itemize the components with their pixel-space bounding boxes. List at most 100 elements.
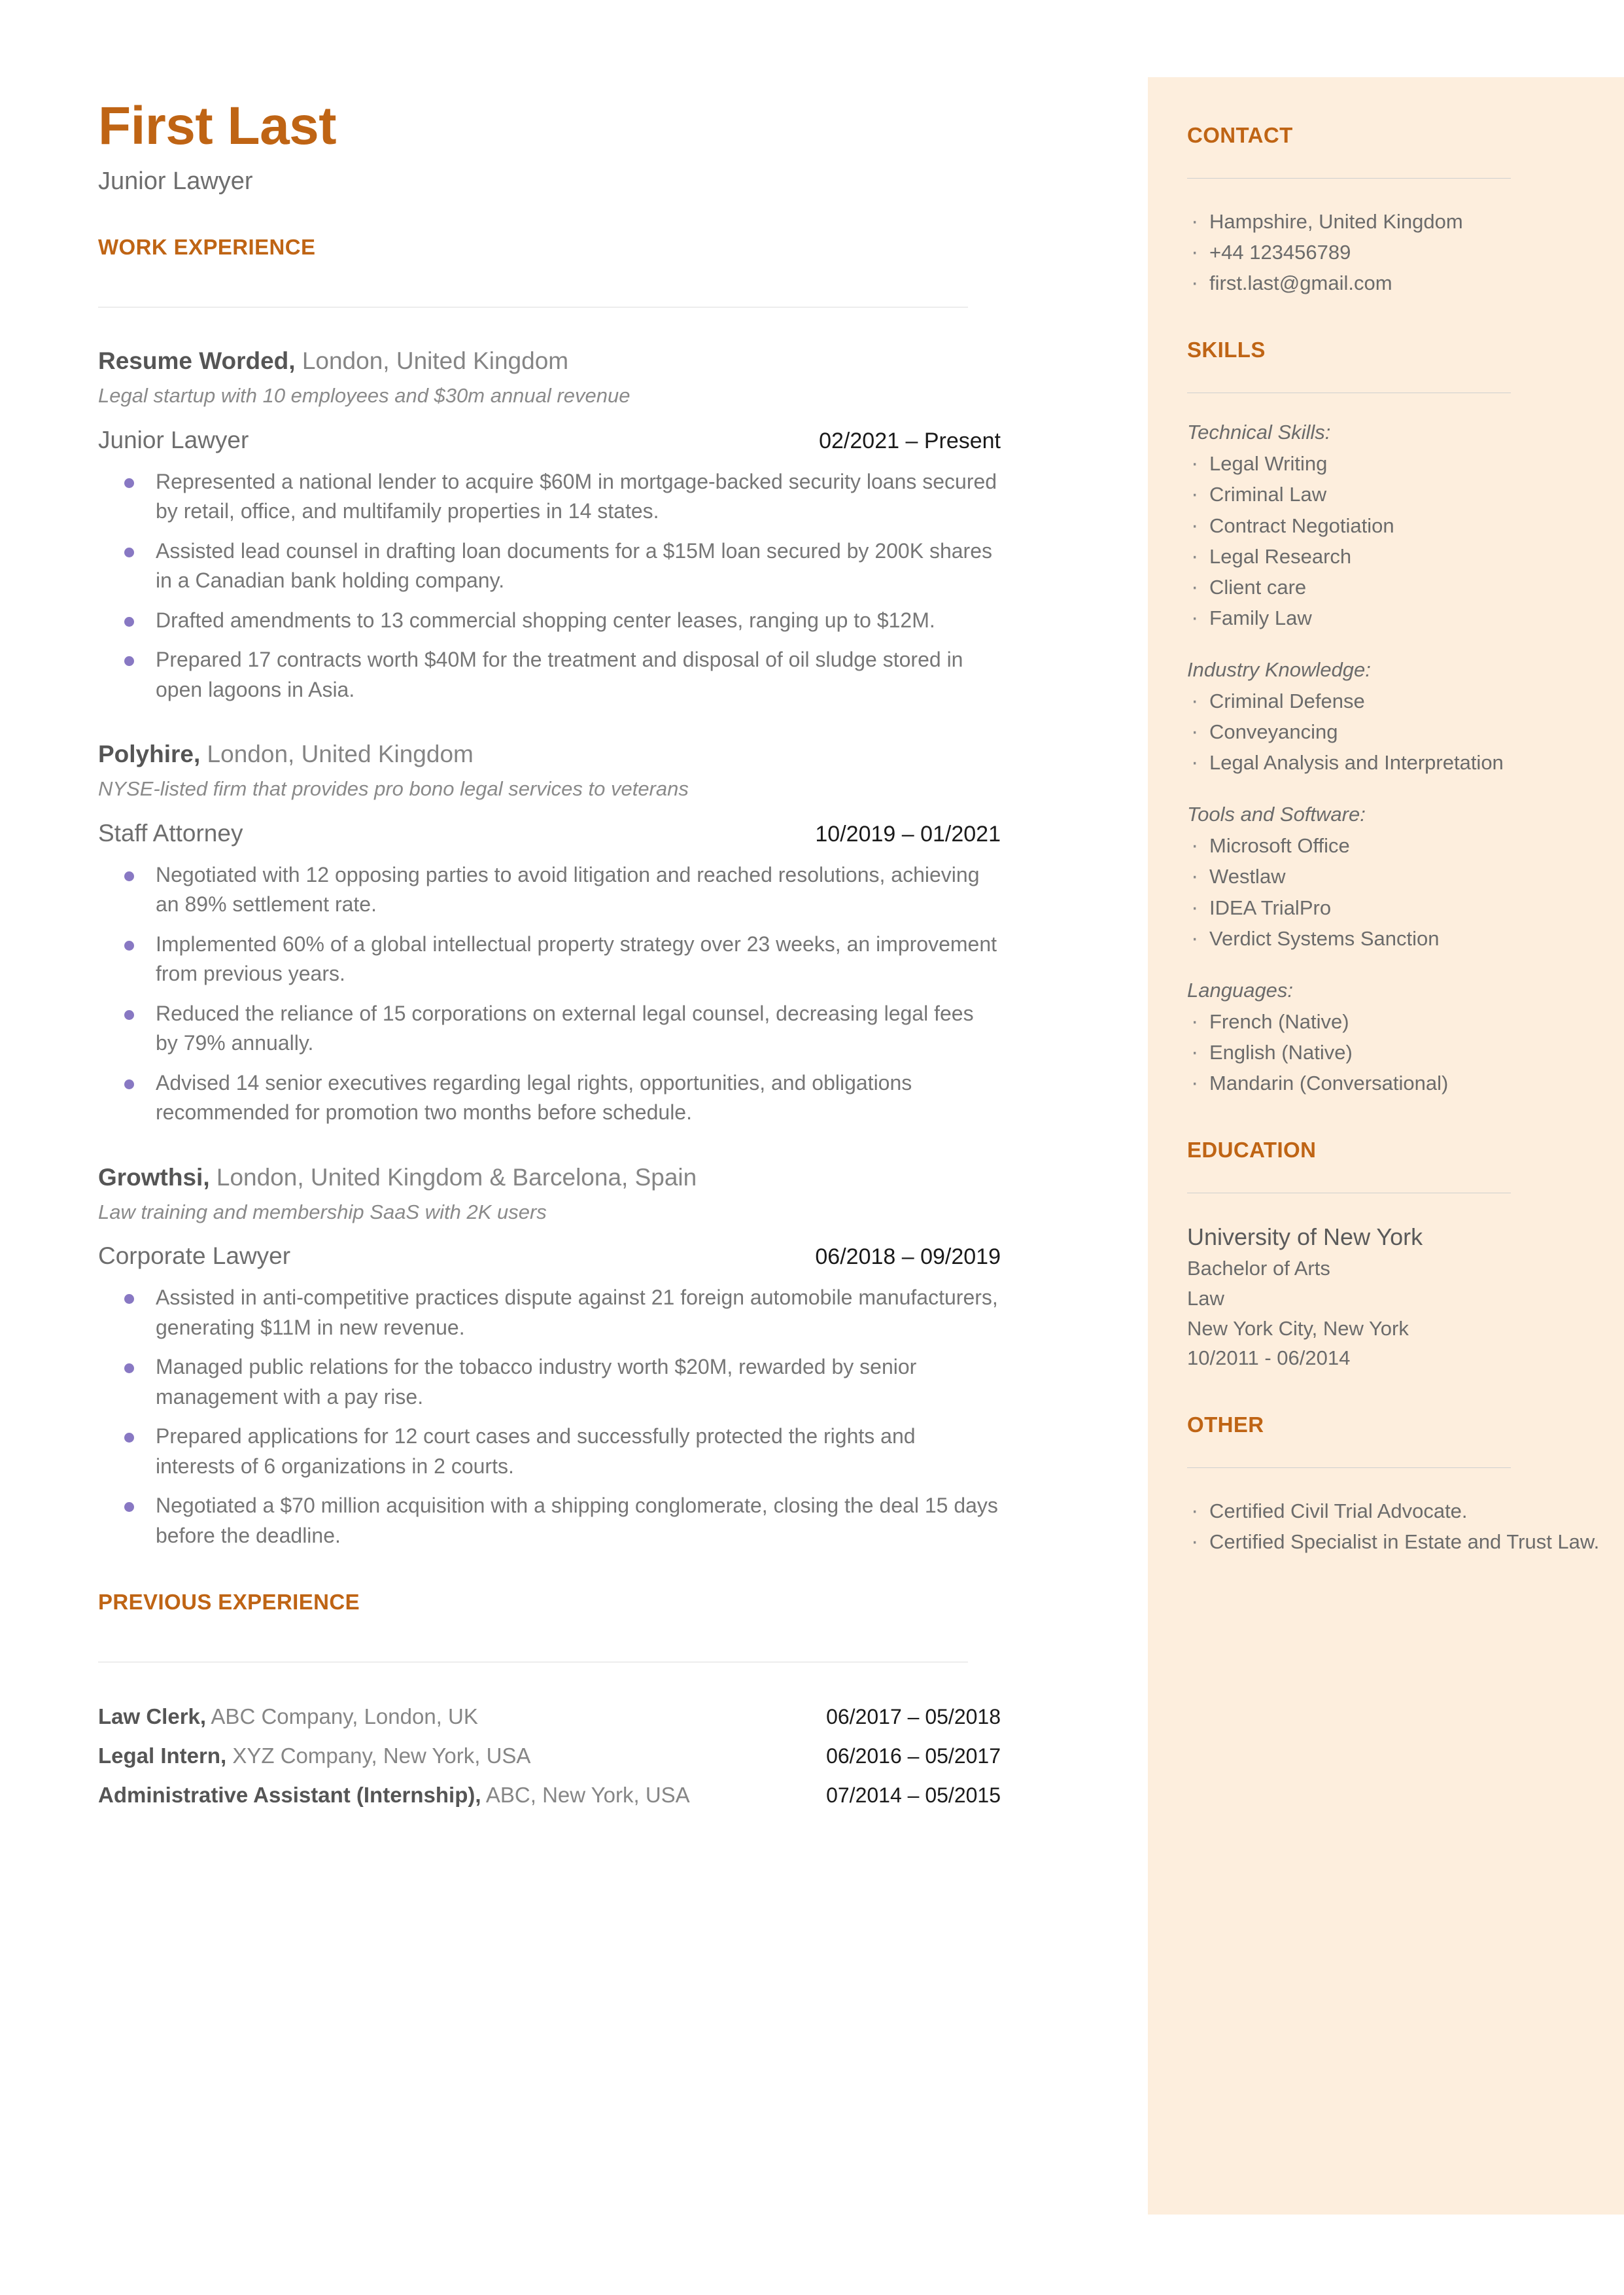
skill-item: Verdict Systems Sanction xyxy=(1187,922,1624,955)
skill-group: Technical Skills: Legal WritingCriminal L… xyxy=(1187,421,1624,635)
sidebar-divider xyxy=(1187,178,1511,179)
job-company: Growthsi, London, United Kingdom & Barce… xyxy=(98,1162,1112,1193)
other-item: Certified Civil Trial Advocate. xyxy=(1187,1494,1624,1528)
contact-list: Hampshire, United Kingdom+44 123456789fi… xyxy=(1187,205,1624,300)
job-company-name: Polyhire, xyxy=(98,741,201,768)
previous-experience-detail: XYZ Company, New York, USA xyxy=(226,1743,531,1768)
skill-group: Languages: French (Native)English (Native… xyxy=(1187,979,1624,1100)
job-bullet: Prepared applications for 12 court cases… xyxy=(124,1422,999,1481)
work-experience-list: Resume Worded, London, United Kingdom Leg… xyxy=(98,345,1112,1550)
sidebar-section-education: EDUCATION University of New York Bachelo… xyxy=(1187,1138,1624,1373)
job-company-name: Resume Worded, xyxy=(98,347,296,375)
job-bullet-list: Represented a national lender to acquire… xyxy=(98,467,1112,705)
skill-item: IDEA TrialPro xyxy=(1187,891,1624,924)
sidebar-divider xyxy=(1187,1467,1511,1469)
job-company: Resume Worded, London, United Kingdom xyxy=(98,345,1112,377)
skill-item-list: French (Native)English (Native)Mandarin … xyxy=(1187,1005,1624,1100)
skill-item: French (Native) xyxy=(1187,1005,1624,1038)
job-bullet: Drafted amendments to 13 commercial shop… xyxy=(124,606,999,635)
skill-item: Criminal Defense xyxy=(1187,684,1624,718)
page-title: First Last xyxy=(98,96,337,156)
job-bullet: Assisted lead counsel in drafting loan d… xyxy=(124,536,999,596)
previous-experience-title: Legal Intern, xyxy=(98,1743,227,1768)
previous-experience-list: Law Clerk, ABC Company, London, UK 06/201… xyxy=(98,1702,1001,1811)
job-dates: 10/2019 – 01/2021 xyxy=(815,822,1001,847)
previous-experience-dates: 07/2014 – 05/2015 xyxy=(826,1783,1001,1808)
education-location: New York City, New York xyxy=(1187,1316,1409,1340)
main-column: First Last Junior Lawyer WORK EXPERIENCE… xyxy=(98,96,1112,1811)
previous-experience-detail: ABC Company, London, UK xyxy=(206,1704,478,1728)
previous-experience-text: Legal Intern, XYZ Company, New York, USA xyxy=(98,1741,530,1771)
skill-group-title: Industry Knowledge: xyxy=(1187,657,1371,681)
job-company-name: Growthsi, xyxy=(98,1163,210,1191)
skill-group-title: Technical Skills: xyxy=(1187,421,1331,444)
contact-item: Hampshire, United Kingdom xyxy=(1187,205,1624,238)
job-title-row: Corporate Lawyer 06/2018 – 09/2019 xyxy=(98,1242,1001,1270)
previous-experience-title: Administrative Assistant (Internship), xyxy=(98,1783,481,1808)
previous-experience-dates: 06/2017 – 05/2018 xyxy=(826,1704,1001,1728)
skill-item: Conveyancing xyxy=(1187,715,1624,748)
other-item: Certified Specialist in Estate and Trust… xyxy=(1187,1525,1624,1558)
job-title: Staff Attorney xyxy=(98,820,243,847)
education-dates: 10/2011 - 06/2014 xyxy=(1187,1346,1351,1370)
skill-item: Legal Writing xyxy=(1187,447,1624,480)
previous-experience-dates: 06/2016 – 05/2017 xyxy=(826,1744,1001,1768)
other-list: Certified Civil Trial Advocate.Certified… xyxy=(1187,1494,1624,1558)
sidebar-section-skills: SKILLS Technical Skills:Legal WritingCri… xyxy=(1187,338,1624,1100)
previous-experience-title: Law Clerk, xyxy=(98,1704,207,1728)
sidebar-section-other: OTHER Certified Civil Trial Advocate.Cer… xyxy=(1187,1412,1624,1558)
job-location: London, United Kingdom xyxy=(295,347,569,375)
previous-experience-row: Legal Intern, XYZ Company, New York, USA… xyxy=(98,1741,1001,1771)
sidebar-heading-skills: SKILLS xyxy=(1187,338,1266,362)
job-title: Corporate Lawyer xyxy=(98,1242,291,1270)
skill-item: Family Law xyxy=(1187,601,1624,635)
job-bullet: Prepared 17 contracts worth $40M for the… xyxy=(124,645,999,705)
sidebar-section-contact: CONTACT Hampshire, United Kingdom+44 123… xyxy=(1187,123,1624,300)
skill-item: Westlaw xyxy=(1187,860,1624,893)
previous-experience-text: Law Clerk, ABC Company, London, UK xyxy=(98,1702,478,1732)
job-bullet: Implemented 60% of a global intellectual… xyxy=(124,930,999,989)
job-bullet: Represented a national lender to acquire… xyxy=(124,467,999,527)
contact-item: first.last@gmail.com xyxy=(1187,266,1624,300)
job-bullet-list: Assisted in anti-competitive practices d… xyxy=(98,1283,1112,1550)
job-location: London, United Kingdom & Barcelona, Spai… xyxy=(209,1163,697,1191)
education-degree: Bachelor of Arts xyxy=(1187,1256,1330,1280)
skill-item-list: Criminal DefenseConveyancingLegal Analys… xyxy=(1187,684,1624,779)
previous-experience-row: Law Clerk, ABC Company, London, UK 06/201… xyxy=(98,1702,1001,1732)
skill-item: Contract Negotiation xyxy=(1187,509,1624,542)
job-dates: 06/2018 – 09/2019 xyxy=(815,1244,1001,1270)
skill-item: Mandarin (Conversational) xyxy=(1187,1066,1624,1100)
skill-group-title: Tools and Software: xyxy=(1187,803,1366,826)
job-title: Junior Lawyer xyxy=(98,427,249,454)
skill-item-list: Microsoft OfficeWestlawIDEA TrialProVerd… xyxy=(1187,829,1624,955)
job-title-row: Staff Attorney 10/2019 – 01/2021 xyxy=(98,820,1001,847)
job-entry: Polyhire, London, United Kingdom NYSE-lis… xyxy=(98,739,1112,1127)
job-bullet-list: Negotiated with 12 opposing parties to a… xyxy=(98,860,1112,1128)
skill-group: Tools and Software: Microsoft OfficeWestl… xyxy=(1187,803,1624,955)
job-description: Legal startup with 10 employees and $30m… xyxy=(98,384,631,408)
job-bullet: Assisted in anti-competitive practices d… xyxy=(124,1283,999,1342)
job-bullet: Advised 14 senior executives regarding l… xyxy=(124,1068,999,1128)
job-bullet: Negotiated a $70 million acquisition wit… xyxy=(124,1491,999,1550)
job-entry: Growthsi, London, United Kingdom & Barce… xyxy=(98,1162,1112,1550)
job-bullet: Managed public relations for the tobacco… xyxy=(124,1352,999,1412)
skill-item: Client care xyxy=(1187,570,1624,604)
job-title-row: Junior Lawyer 02/2021 – Present xyxy=(98,427,1001,454)
education-field: Law xyxy=(1187,1286,1224,1310)
skill-item: Legal Analysis and Interpretation xyxy=(1187,746,1624,779)
job-dates: 02/2021 – Present xyxy=(819,429,1001,454)
skill-item: Legal Research xyxy=(1187,540,1624,573)
previous-experience-row: Administrative Assistant (Internship), A… xyxy=(98,1780,1001,1810)
sidebar: CONTACT Hampshire, United Kingdom+44 123… xyxy=(1148,77,1624,2215)
skill-item-list: Legal WritingCriminal LawContract Negoti… xyxy=(1187,447,1624,635)
previous-experience-text: Administrative Assistant (Internship), A… xyxy=(98,1780,690,1810)
sidebar-heading-other: OTHER xyxy=(1187,1412,1264,1437)
sidebar-heading-education: EDUCATION xyxy=(1187,1138,1317,1163)
job-description: Law training and membership SaaS with 2K… xyxy=(98,1200,547,1223)
skills-groups: Technical Skills: Legal WritingCriminal L… xyxy=(1187,421,1624,1100)
skill-item: Microsoft Office xyxy=(1187,829,1624,862)
previous-experience-detail: ABC, New York, USA xyxy=(481,1783,690,1808)
job-entry: Resume Worded, London, United Kingdom Leg… xyxy=(98,345,1112,705)
section-heading-work-experience: WORK EXPERIENCE xyxy=(98,235,316,260)
education-school: University of New York xyxy=(1187,1223,1423,1251)
